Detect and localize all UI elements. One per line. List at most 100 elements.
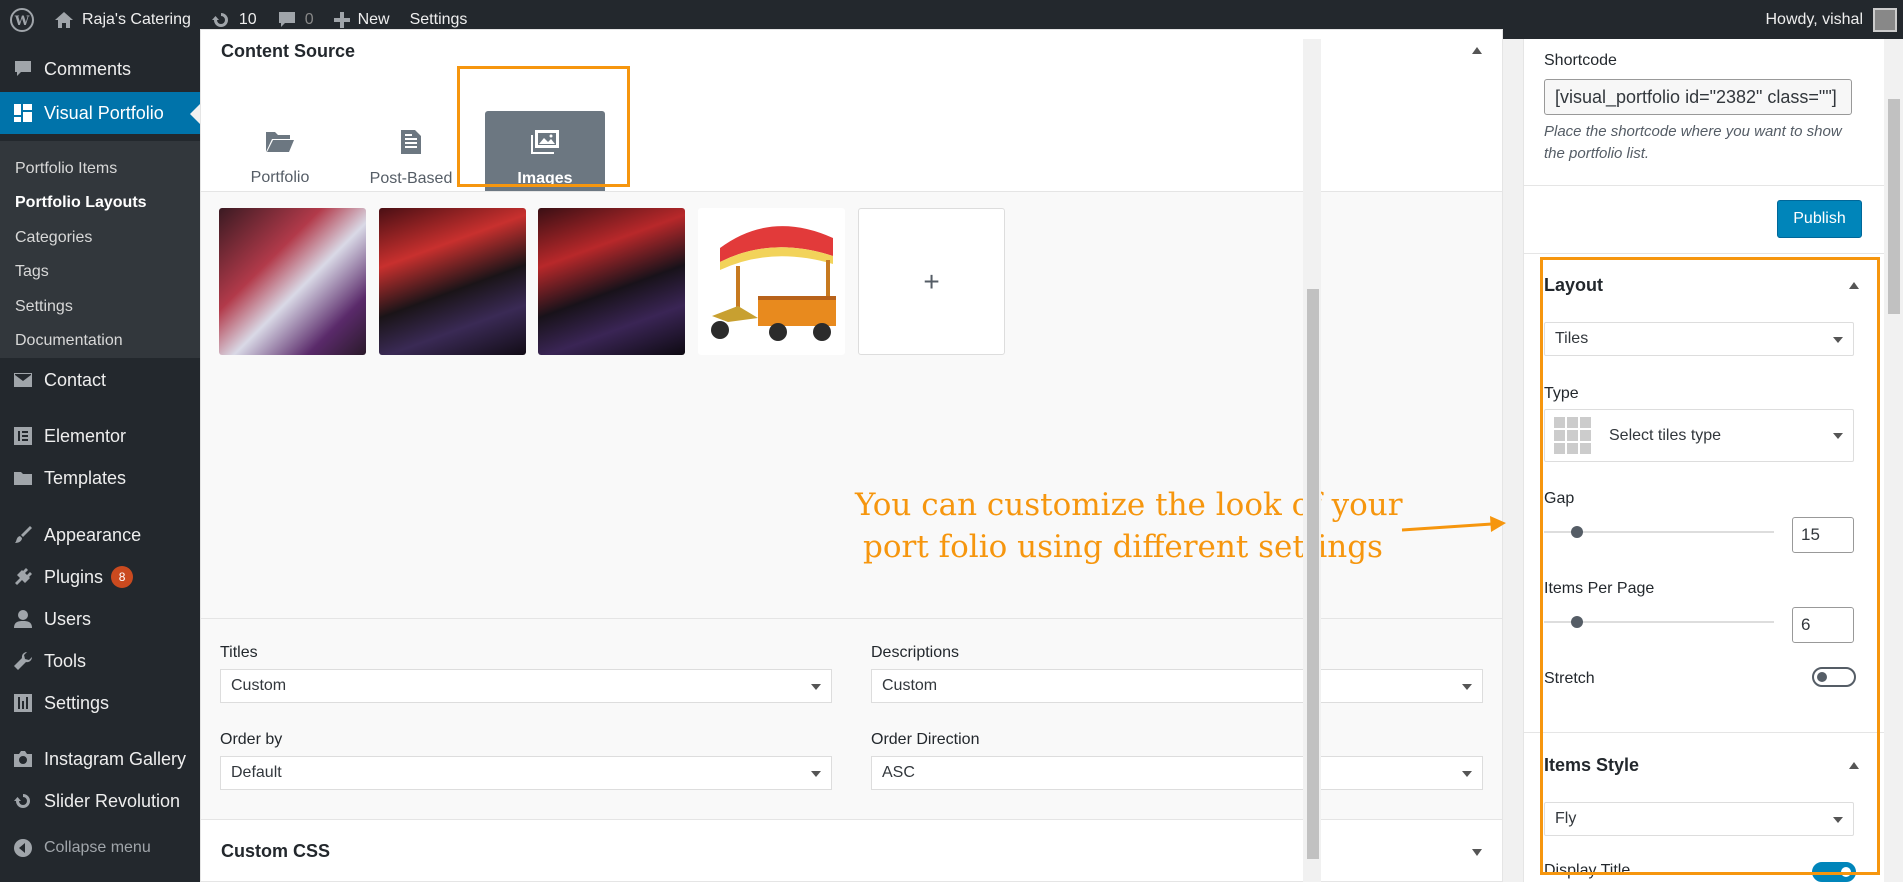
menu-instagram-gallery[interactable]: Instagram Gallery [0, 739, 200, 779]
menu-tools[interactable]: Tools [0, 641, 200, 681]
envelope-icon [12, 369, 34, 391]
annotation-arrow-icon [1401, 516, 1506, 532]
add-image-symbol: + [923, 265, 940, 297]
user-icon [12, 608, 34, 630]
visual-portfolio-submenu: Portfolio Items Portfolio Layouts Catego… [0, 141, 200, 358]
descriptions-select[interactable]: Custom [871, 669, 1483, 703]
custom-css-title: Custom CSS [221, 841, 331, 861]
menu-comments-label: Comments [44, 58, 132, 79]
document-icon [400, 129, 422, 160]
adminbar-settings-label: Settings [409, 10, 468, 28]
sidebar-scrollbar[interactable] [1884, 39, 1903, 882]
publish-button[interactable]: Publish [1777, 200, 1862, 238]
submenu-settings[interactable]: Settings [15, 298, 73, 316]
menu-users[interactable]: Users [0, 599, 200, 639]
titles-select[interactable]: Custom [220, 669, 832, 703]
order-direction-value: ASC [882, 764, 915, 781]
submenu-tags[interactable]: Tags [15, 263, 49, 281]
divider [1524, 253, 1885, 254]
chevron-down-icon [811, 771, 821, 777]
settings-sliders-icon [12, 692, 34, 714]
main-scrollbar-thumb[interactable] [1307, 289, 1319, 859]
refresh-icon [12, 790, 34, 812]
folder-icon [12, 467, 34, 489]
chevron-down-icon [1462, 771, 1472, 777]
descriptions-value: Custom [882, 677, 938, 694]
descriptions-label: Descriptions [871, 644, 960, 661]
menu-templates[interactable]: Templates [0, 458, 200, 498]
gallery-image[interactable] [219, 208, 366, 355]
menu-elementor[interactable]: Elementor [0, 416, 200, 456]
shortcode-field[interactable]: [visual_portfolio id="2382" class=""] [1544, 79, 1852, 115]
food-cart-picture [711, 226, 836, 341]
current-menu-arrow [190, 104, 200, 124]
my-account-link[interactable]: Howdy, vishal [1755, 0, 1903, 39]
elementor-icon [12, 425, 34, 447]
menu-contact[interactable]: Contact [0, 360, 200, 400]
order-direction-select[interactable]: ASC [871, 756, 1483, 790]
plugins-update-badge: 8 [111, 566, 134, 588]
collapse-icon [12, 837, 34, 859]
new-label: New [357, 10, 390, 28]
shortcode-value: [visual_portfolio id="2382" class=""] [1555, 86, 1837, 107]
menu-visual-portfolio-label: Visual Portfolio [44, 102, 164, 123]
tutorial-annotation: You can customize the look of your port … [855, 484, 1415, 568]
order-by-select[interactable]: Default [220, 756, 832, 790]
menu-slider-revolution-label: Slider Revolution [44, 790, 181, 811]
settings-sidebar: Shortcode [visual_portfolio id="2382" cl… [1523, 39, 1885, 882]
tab-portfolio-label: Portfolio [250, 168, 310, 186]
submenu-portfolio-items[interactable]: Portfolio Items [15, 160, 117, 178]
refresh-icon [211, 10, 231, 30]
camera-icon [12, 748, 34, 770]
menu-settings[interactable]: Settings [0, 683, 200, 723]
chevron-down-icon [1462, 684, 1472, 690]
gallery-image[interactable] [698, 208, 845, 355]
collapse-menu-button[interactable]: Collapse menu [0, 828, 200, 868]
chevron-down-icon [811, 684, 821, 690]
gallery-image[interactable] [379, 208, 526, 355]
submenu-documentation[interactable]: Documentation [15, 332, 123, 350]
shortcode-label: Shortcode [1544, 52, 1617, 69]
menu-comments[interactable]: Comments [0, 49, 200, 89]
tab-post-based-label: Post-Based [369, 169, 453, 187]
comment-icon [277, 11, 297, 29]
menu-slider-revolution[interactable]: Slider Revolution [0, 781, 200, 821]
order-by-label: Order by [220, 731, 283, 748]
comment-icon [12, 58, 34, 80]
menu-users-label: Users [44, 608, 92, 629]
annotation-line-2: port folio using different settings [863, 529, 1383, 565]
paintbrush-icon [12, 524, 34, 546]
order-direction-label: Order Direction [871, 731, 980, 748]
menu-templates-label: Templates [44, 467, 127, 488]
wrench-icon [12, 650, 34, 672]
svg-text:W: W [14, 14, 30, 29]
menu-plugins[interactable]: Plugins 8 [0, 557, 200, 597]
menu-visual-portfolio[interactable]: Visual Portfolio [0, 92, 200, 134]
plus-icon [333, 11, 350, 28]
order-by-value: Default [231, 764, 282, 781]
menu-tools-label: Tools [44, 650, 87, 671]
collapse-menu-label: Collapse menu [44, 839, 151, 856]
plug-icon [12, 566, 34, 588]
collapse-arrow-icon[interactable] [1472, 47, 1482, 54]
menu-settings-label: Settings [44, 692, 110, 713]
comments-count: 0 [304, 10, 314, 28]
content-source-title[interactable]: Content Source [221, 41, 355, 62]
submenu-portfolio-layouts[interactable]: Portfolio Layouts [15, 194, 147, 212]
sidebar-scrollbar-thumb[interactable] [1888, 99, 1900, 314]
menu-appearance[interactable]: Appearance [0, 515, 200, 555]
main-scrollbar[interactable] [1303, 39, 1321, 882]
images-tab-highlight [457, 66, 630, 187]
avatar [1873, 7, 1897, 32]
publish-label: Publish [1793, 210, 1846, 227]
gallery-image[interactable] [538, 208, 685, 355]
site-name-link[interactable]: Raja's Catering [44, 0, 201, 39]
wordpress-logo-icon[interactable]: W [0, 0, 44, 39]
layout-settings-highlight [1540, 257, 1880, 875]
folder-open-icon [265, 130, 295, 159]
home-icon [54, 11, 74, 29]
add-image-button[interactable]: + [858, 208, 1005, 355]
shortcode-help-text: Place the shortcode where you want to sh… [1544, 123, 1842, 162]
submenu-categories[interactable]: Categories [15, 229, 92, 247]
howdy-text: Howdy, vishal [1765, 10, 1863, 28]
